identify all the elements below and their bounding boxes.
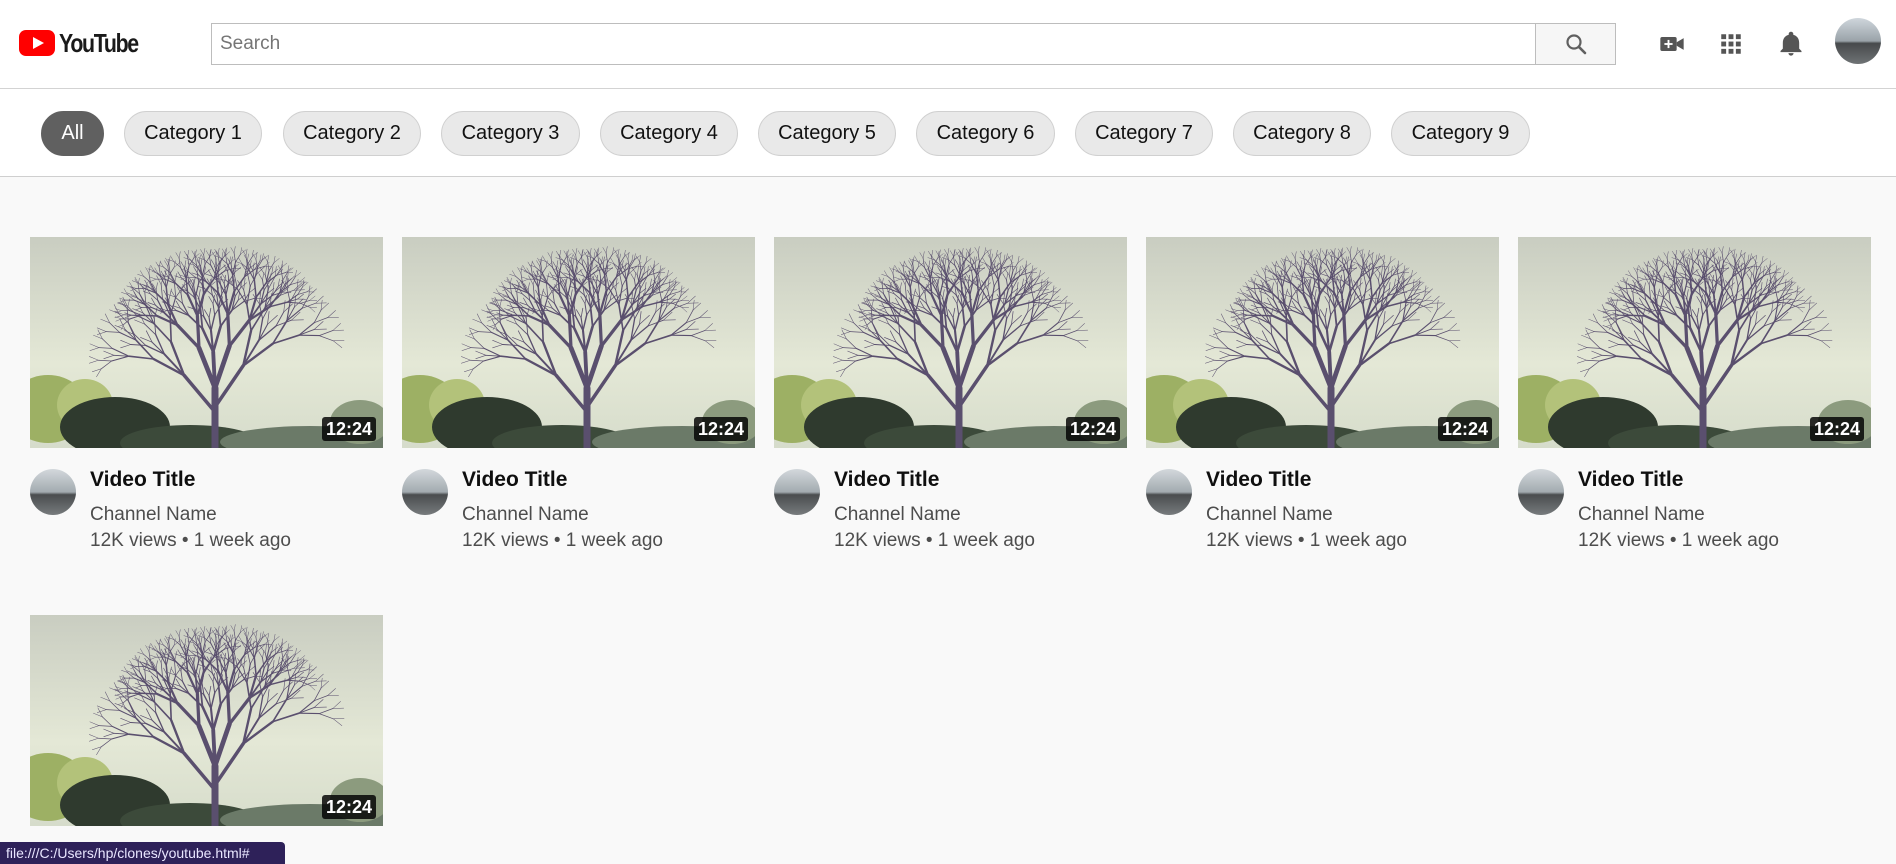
play-logo-icon	[19, 30, 55, 56]
video-stats: 12K views • 1 week ago	[90, 530, 291, 551]
chip-category-3[interactable]: Category 3	[441, 111, 580, 156]
search-input[interactable]	[211, 23, 1536, 65]
video-meta: Video Title Channel Name 12K views • 1 w…	[774, 448, 1127, 568]
video-title[interactable]: Video Title	[834, 468, 939, 492]
channel-avatar-image	[402, 469, 448, 515]
video-thumbnail[interactable]: 12:24	[30, 615, 383, 826]
video-title[interactable]: Video Title	[1206, 468, 1311, 492]
channel-avatar[interactable]	[1146, 469, 1192, 515]
bell-icon	[1780, 31, 1802, 56]
channel-avatar[interactable]	[402, 469, 448, 515]
video-card[interactable]: 12:24 Video Title Channel Name 12K views…	[30, 237, 383, 568]
chip-all[interactable]: All	[41, 111, 104, 156]
chip-category-7[interactable]: Category 7	[1075, 111, 1213, 156]
channel-name[interactable]: Channel Name	[1206, 504, 1333, 526]
video-meta: Video Title Channel Name 12K views • 1 w…	[30, 448, 383, 568]
video-thumbnail[interactable]: 12:24	[402, 237, 755, 448]
search-button[interactable]	[1535, 23, 1616, 65]
youtube-logo[interactable]: YouTube	[19, 27, 155, 58]
video-thumbnail[interactable]: 12:24	[30, 237, 383, 448]
video-meta: Video Title Channel Name 12K views • 1 w…	[1146, 448, 1499, 568]
channel-avatar[interactable]	[1518, 469, 1564, 515]
user-avatar[interactable]	[1835, 18, 1881, 64]
apps-grid-icon	[1721, 34, 1741, 54]
chip-category-4[interactable]: Category 4	[600, 111, 738, 156]
apps-button[interactable]	[1714, 27, 1748, 61]
video-card[interactable]: 12:24 Video Title Channel Name 12K views…	[1518, 237, 1871, 568]
video-title[interactable]: Video Title	[462, 468, 567, 492]
logo-text: YouTube	[59, 27, 139, 58]
video-camera-add-icon	[1660, 37, 1684, 51]
video-stats: 12K views • 1 week ago	[1206, 530, 1407, 551]
chip-category-9[interactable]: Category 9	[1391, 111, 1530, 156]
video-card[interactable]: 12:24	[30, 615, 383, 826]
notifications-button[interactable]	[1774, 27, 1808, 61]
channel-name[interactable]: Channel Name	[462, 504, 589, 526]
video-title[interactable]: Video Title	[90, 468, 195, 492]
channel-name[interactable]: Channel Name	[90, 504, 217, 526]
video-card[interactable]: 12:24 Video Title Channel Name 12K views…	[402, 237, 755, 568]
chip-category-1[interactable]: Category 1	[124, 111, 262, 156]
video-stats: 12K views • 1 week ago	[462, 530, 663, 551]
video-meta: Video Title Channel Name 12K views • 1 w…	[402, 448, 755, 568]
chip-category-5[interactable]: Category 5	[758, 111, 896, 156]
video-card[interactable]: 12:24 Video Title Channel Name 12K views…	[1146, 237, 1499, 568]
chip-category-6[interactable]: Category 6	[916, 111, 1055, 156]
category-chips-bar: All Category 1 Category 2 Category 3 Cat…	[0, 89, 1896, 177]
channel-avatar[interactable]	[774, 469, 820, 515]
duration-badge: 12:24	[1065, 417, 1120, 441]
channel-name[interactable]: Channel Name	[834, 504, 961, 526]
duration-badge: 12:24	[321, 417, 376, 441]
video-stats: 12K views • 1 week ago	[1578, 530, 1779, 551]
channel-avatar-image	[774, 469, 820, 515]
search-icon	[1565, 34, 1586, 55]
top-header: YouTube	[0, 0, 1896, 89]
video-thumbnail[interactable]: 12:24	[1146, 237, 1499, 448]
duration-badge: 12:24	[1809, 417, 1864, 441]
duration-badge: 12:24	[321, 795, 376, 819]
channel-avatar-image	[1146, 469, 1192, 515]
video-thumbnail[interactable]: 12:24	[774, 237, 1127, 448]
video-meta: Video Title Channel Name 12K views • 1 w…	[1518, 448, 1871, 568]
video-stats: 12K views • 1 week ago	[834, 530, 1035, 551]
video-thumbnail[interactable]: 12:24	[1518, 237, 1871, 448]
create-video-button[interactable]	[1655, 27, 1689, 61]
chip-category-8[interactable]: Category 8	[1233, 111, 1371, 156]
status-bar-url: file:///C:/Users/hp/clones/youtube.html#	[0, 842, 285, 864]
channel-avatar-image	[1518, 469, 1564, 515]
video-card[interactable]: 12:24 Video Title Channel Name 12K views…	[774, 237, 1127, 568]
duration-badge: 12:24	[693, 417, 748, 441]
channel-avatar[interactable]	[30, 469, 76, 515]
duration-badge: 12:24	[1437, 417, 1492, 441]
chip-category-2[interactable]: Category 2	[283, 111, 421, 156]
channel-name[interactable]: Channel Name	[1578, 504, 1705, 526]
video-title[interactable]: Video Title	[1578, 468, 1683, 492]
channel-avatar-image	[30, 469, 76, 515]
